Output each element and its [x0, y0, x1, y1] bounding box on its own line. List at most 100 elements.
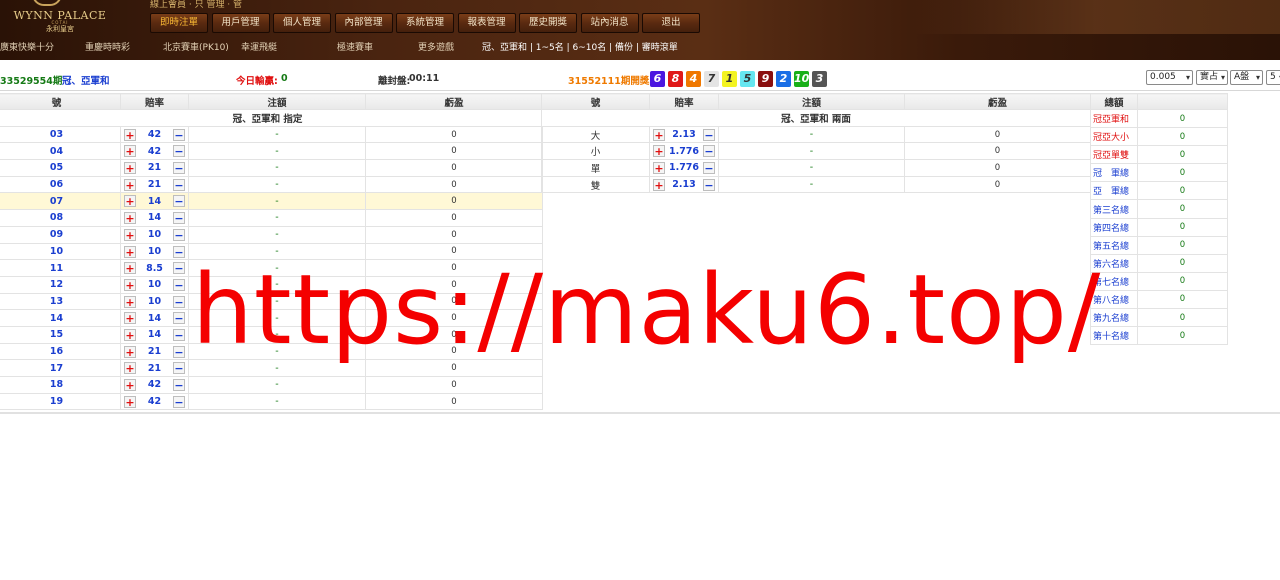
plus-icon[interactable]: +	[124, 245, 136, 258]
nav-button-3[interactable]: 內部管理	[334, 13, 393, 33]
odds-cell: +1.776−	[649, 159, 719, 177]
minus-icon[interactable]: −	[703, 128, 715, 141]
minus-icon[interactable]: −	[173, 262, 185, 275]
plus-icon[interactable]: +	[124, 178, 136, 191]
nav-button-8[interactable]: 退出	[642, 13, 700, 33]
minus-icon[interactable]: −	[173, 195, 185, 208]
total-name[interactable]: 冠亞大小	[1090, 127, 1138, 147]
table-row: 05 +21− -0	[0, 159, 543, 177]
total-row[interactable]: 第九名總 0	[1090, 308, 1228, 328]
minus-icon[interactable]: −	[703, 162, 715, 175]
subnav-item-4[interactable]: 極速賽車	[337, 40, 373, 53]
nav-button-5[interactable]: 報表管理	[457, 13, 516, 33]
subnav-item-1[interactable]: 重慶時時彩	[85, 40, 130, 53]
minus-icon[interactable]: −	[173, 328, 185, 341]
plus-icon[interactable]: +	[124, 128, 136, 141]
subnav-item-2[interactable]: 北京賽車(PK10)	[163, 40, 229, 53]
total-name[interactable]: 冠亞軍和	[1090, 108, 1138, 129]
today-pnl-value: 0	[281, 73, 288, 84]
plus-icon[interactable]: +	[124, 312, 136, 325]
plus-icon[interactable]: +	[653, 128, 665, 141]
subnav-item-0[interactable]: 廣東快樂十分	[0, 40, 54, 53]
total-name[interactable]: 第四名總	[1090, 217, 1138, 237]
plus-icon[interactable]: +	[653, 145, 665, 158]
total-name[interactable]: 亞 軍總	[1090, 181, 1138, 201]
total-name[interactable]: 冠亞單雙	[1090, 145, 1138, 165]
minus-icon[interactable]: −	[173, 379, 185, 391]
total-row[interactable]: 第四名總 0	[1090, 217, 1228, 237]
plus-icon[interactable]: +	[124, 195, 136, 208]
plus-icon[interactable]: +	[124, 328, 136, 341]
total-row[interactable]: 冠亞大小 0	[1090, 127, 1228, 147]
minus-icon[interactable]: −	[173, 295, 185, 308]
total-row[interactable]: 冠亞單雙 0	[1090, 145, 1228, 165]
odds-value: 14	[147, 212, 162, 224]
minus-icon[interactable]: −	[173, 395, 185, 408]
minus-icon[interactable]: −	[703, 178, 715, 191]
odds-value: 1.776	[668, 162, 700, 174]
filter-select-3[interactable]: 5▾	[1266, 70, 1280, 85]
total-row[interactable]: 第三名總 0	[1090, 199, 1228, 219]
total-name[interactable]: 第五名總	[1090, 235, 1138, 255]
minus-icon[interactable]: −	[173, 245, 185, 258]
plus-icon[interactable]: +	[653, 178, 665, 191]
nav-button-2[interactable]: 個人管理	[273, 13, 331, 33]
bet-number: 07	[0, 192, 121, 211]
minus-icon[interactable]: −	[173, 362, 185, 375]
plus-icon[interactable]: +	[124, 212, 136, 225]
minus-icon[interactable]: −	[173, 228, 185, 241]
total-row[interactable]: 冠 軍總 0	[1090, 163, 1228, 183]
plus-icon[interactable]: +	[124, 228, 136, 241]
minus-icon[interactable]: −	[703, 145, 715, 158]
total-name[interactable]: 冠 軍總	[1090, 163, 1138, 183]
pnl-value: 0	[365, 392, 543, 411]
minus-icon[interactable]: −	[173, 128, 185, 141]
plus-icon[interactable]: +	[124, 278, 136, 291]
filter-select-0[interactable]: 0.005 ▾	[1146, 70, 1193, 85]
plus-icon[interactable]: +	[124, 395, 136, 408]
minus-icon[interactable]: −	[173, 278, 185, 291]
total-row[interactable]: 第八名總 0	[1090, 289, 1228, 310]
current-period: 33529554期	[0, 76, 63, 87]
minus-icon[interactable]: −	[173, 345, 185, 358]
nav-button-1[interactable]: 用戶管理	[211, 13, 270, 33]
minus-icon[interactable]: −	[173, 162, 185, 175]
plus-icon[interactable]: +	[124, 262, 136, 275]
bet-amount: -	[718, 125, 905, 144]
total-name[interactable]: 第三名總	[1090, 199, 1138, 219]
subnav-item-3[interactable]: 幸運飛艇	[241, 40, 277, 53]
plus-icon[interactable]: +	[124, 145, 136, 158]
nav-button-7[interactable]: 站內消息	[580, 13, 639, 33]
draw-ball: 1	[722, 71, 737, 87]
total-row[interactable]: 第五名總 0	[1090, 235, 1228, 255]
minus-icon[interactable]: −	[173, 145, 185, 158]
plus-icon[interactable]: +	[124, 345, 136, 358]
total-row[interactable]: 第六名總 0	[1090, 253, 1228, 273]
minus-icon[interactable]: −	[173, 212, 185, 225]
draw-ball: 5	[740, 71, 755, 87]
plus-icon[interactable]: +	[653, 162, 665, 175]
filter-select-1[interactable]: 實占 ▾	[1196, 70, 1228, 85]
odds-value: 2.13	[672, 179, 696, 191]
minus-icon[interactable]: −	[173, 178, 185, 191]
filter-select-2[interactable]: A盤 ▾	[1230, 70, 1263, 85]
brand-logo[interactable]: WYNN PALACE COTAI 永利皇宮	[0, 0, 110, 34]
plus-icon[interactable]: +	[124, 162, 136, 175]
nav-button-6[interactable]: 歷史開獎	[519, 13, 577, 33]
nav-button-4[interactable]: 系統管理	[396, 13, 454, 33]
subnav-item-6[interactable]: 冠、亞軍和 | 1~5名 | 6~10名 | 備份 | 審時滾單	[482, 40, 678, 53]
total-row[interactable]: 亞 軍總 0	[1090, 181, 1228, 201]
plus-icon[interactable]: +	[124, 379, 136, 391]
nav-button-0[interactable]: 即時注單	[150, 13, 208, 33]
odds-value: 1.776	[668, 145, 700, 157]
plus-icon[interactable]: +	[124, 295, 136, 308]
total-row[interactable]: 第七名總 0	[1090, 271, 1228, 291]
plus-icon[interactable]: +	[124, 362, 136, 375]
subnav-item-5[interactable]: 更多遊戲	[418, 40, 454, 53]
pnl-value: 0	[365, 125, 543, 144]
bet-number: 08	[0, 209, 121, 227]
minus-icon[interactable]: −	[173, 312, 185, 325]
total-row[interactable]: 第十名總 0	[1090, 326, 1228, 346]
odds-value: 42	[147, 129, 162, 141]
total-row[interactable]: 冠亞軍和 0	[1090, 108, 1228, 129]
